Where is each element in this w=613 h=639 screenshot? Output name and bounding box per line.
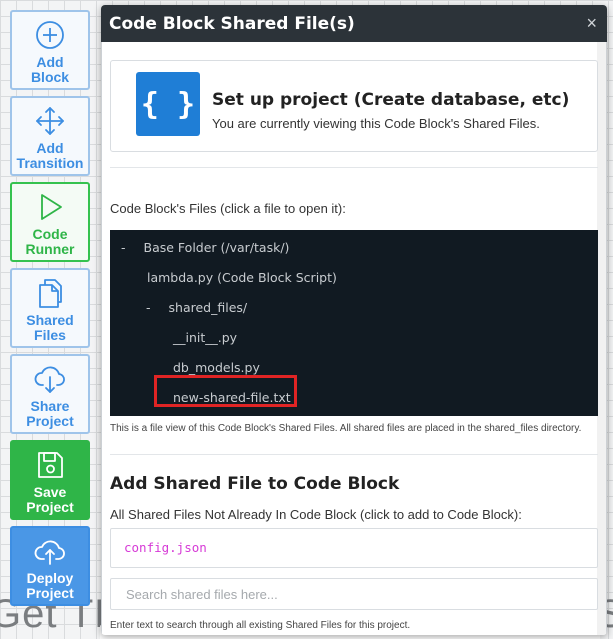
modal-scrollbar[interactable] [597,42,606,635]
deploy-project-button[interactable]: Deploy Project [10,526,90,606]
code-runner-button[interactable]: Code Runner [10,182,90,262]
tree-file-init[interactable]: __init__.py [173,330,237,345]
file-tree: - Base Folder (/var/task/) lambda.py (Cod… [110,230,598,416]
tree-note: This is a file view of this Code Block's… [110,423,582,434]
close-icon[interactable]: × [586,14,597,32]
available-files-list: config.json [110,528,598,568]
add-shared-file-subtitle: All Shared Files Not Already In Code Blo… [110,507,522,522]
divider [110,454,598,455]
share-project-button[interactable]: Share Project [10,354,90,434]
add-block-label: Add Block [30,54,70,85]
shared-files-modal: Code Block Shared File(s) × { } Set up p… [101,5,607,635]
save-project-button[interactable]: Save Project [10,440,90,520]
cloud-upload-icon [34,540,65,565]
add-transition-button[interactable]: Add Transition [10,96,90,176]
cloud-download-icon [34,366,65,393]
modal-title: Code Block Shared File(s) [109,13,355,34]
tree-file-new-shared[interactable]: new-shared-file.txt [173,390,291,405]
tree-base-folder[interactable]: - Base Folder (/var/task/) [121,240,289,255]
code-block-card: { } Set up project (Create database, etc… [110,60,598,152]
add-shared-file-title: Add Shared File to Code Block [110,474,400,494]
files-icon [39,279,62,308]
deploy-project-label: Deploy Project [26,570,74,601]
plus-circle-icon [36,21,64,49]
sidebar: Add Block Add Transition Code Runner Shared… [10,10,90,612]
modal-header: Code Block Shared File(s) [101,5,607,42]
add-block-button[interactable]: Add Block [10,10,90,90]
shared-files-label: Shared Files [26,312,74,343]
move-arrows-icon [36,107,64,135]
add-transition-label: Add Transition [16,140,84,171]
tree-file-db-models[interactable]: db_models.py [173,360,260,375]
file-chip-config-json[interactable]: config.json [124,540,207,555]
files-label: Code Block's Files (click a file to open… [110,201,346,216]
code-braces-icon: { } [136,72,200,136]
play-icon [41,194,62,220]
search-help-text: Enter text to search through all existin… [110,620,411,631]
modal-body: { } Set up project (Create database, etc… [101,42,607,635]
tree-shared-files-folder[interactable]: - shared_files/ [146,300,247,315]
floppy-disk-icon [38,452,63,478]
code-runner-label: Code Runner [25,226,75,257]
shared-files-button[interactable]: Shared Files [10,268,90,348]
save-project-label: Save Project [26,484,74,515]
code-block-title: Set up project (Create database, etc) [212,90,570,110]
divider [110,167,598,168]
share-project-label: Share Project [26,398,74,429]
code-block-subtitle: You are currently viewing this Code Bloc… [212,116,540,131]
tree-file-lambda[interactable]: lambda.py (Code Block Script) [147,270,337,285]
search-input[interactable] [110,578,598,610]
